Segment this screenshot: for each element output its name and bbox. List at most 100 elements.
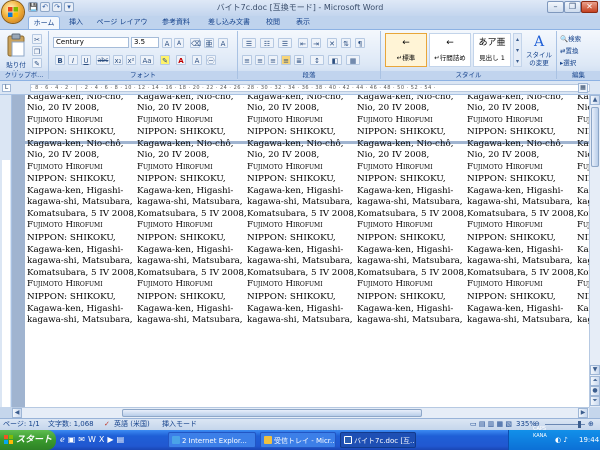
word-count[interactable]: 文字数: 1,068 [48,419,94,430]
style-no-spacing[interactable]: ← ↵行間詰め [429,33,471,67]
character-shading-icon[interactable]: A [192,55,202,65]
sort-icon[interactable]: ⇅ [341,38,351,48]
label-block[interactable]: NIPPON: SHIKOKU,Kagawa-ken, Higashi-kaga… [357,292,465,327]
label-block[interactable]: NIPPON: SHIKOKU,Kagawa-ken, Nio-chô,Nio,… [247,95,355,126]
horizontal-ruler[interactable]: · 8 · 6 · 4 · 2 · │ · 2 · 4 · 6 · 8 · 10… [30,84,590,92]
style-heading1[interactable]: あア亜 見出し 1 [473,33,511,67]
decrease-indent-icon[interactable]: ⇤ [298,38,308,48]
label-block[interactable]: NIPPON: SHIKOKU,Kagawa-ken, Higashi-kaga… [247,233,357,291]
label-block[interactable]: NIPPON: SHIKOKU,Kagawa-ken, Higashi-kaga… [27,174,137,232]
copy-icon[interactable]: ❐ [32,46,42,56]
quick-launch[interactable]: ℯ▣✉WX▶▤ [60,434,164,446]
vertical-scrollbar[interactable]: ▲ ▼ ⏶ ● ⏷ [589,95,600,407]
outlook-icon[interactable]: ✉ [78,435,88,444]
shrink-font-icon[interactable]: A [174,38,184,48]
label-block[interactable]: NIPPON: SHIKOKU,Kagawa-ken, Nio-chô,Nio,… [27,95,135,126]
grow-font-icon[interactable]: A [162,38,172,48]
label-block[interactable]: NIPPON: SHIKOKU,Kagawa-ken, Higashi-kaga… [137,292,245,327]
label-block[interactable]: NIPPON: SHIKOKU,Kagawa-ken, Higashi-kaga… [357,174,467,232]
numbering-icon[interactable]: ☷ [260,38,274,48]
view-buttons[interactable]: ▭ ▤ ▥ ▦ ▧ [470,419,512,430]
label-block[interactable]: NIPPON: SHIKOKU,Kagawa-ken, Nio-chô,Nio,… [467,95,575,126]
clock[interactable]: 19:44 [579,430,599,450]
shading-icon[interactable]: ◧ [328,55,342,65]
label-block[interactable]: NIPPON: SHIKOKU,Kagawa-ken, Nio-chô,Nio,… [137,95,245,126]
office-button[interactable] [2,1,24,23]
paste-button[interactable]: 貼り付け [4,33,28,77]
tab-mailings[interactable]: 差し込み文書 [204,16,254,29]
phonetic-guide-icon[interactable]: 亜 [204,38,214,48]
style-normal[interactable]: ← ↵標準 [385,33,427,67]
label-block[interactable]: NIPPON: SHIKOKU,Kagawa-ken, Higashi-kaga… [467,292,575,327]
hscroll-thumb[interactable] [122,409,422,417]
zoom-in-icon[interactable]: ⊕ [588,419,594,430]
align-right-icon[interactable]: ≡ [268,55,278,65]
label-block[interactable]: NIPPON: SHIKOKU,Kagawa-ken, Higashi-kaga… [577,292,589,327]
taskbar-item-ie[interactable]: 2 Internet Explor... [168,432,256,448]
clear-format-icon[interactable]: ⌫ [190,38,201,48]
language-indicator[interactable]: 英語 (米国) [114,419,150,430]
superscript-button[interactable]: x² [126,55,136,65]
multilevel-list-icon[interactable]: ☰ [278,38,292,48]
align-center-icon[interactable]: ≡ [255,55,265,65]
explorer-icon[interactable]: ▤ [117,435,128,444]
format-painter-icon[interactable]: ✎ [32,58,42,68]
change-styles-button[interactable]: A スタイルの変更 [524,33,554,69]
label-block[interactable]: NIPPON: SHIKOKU,Kagawa-ken, Nio-chô,Nio,… [577,127,589,173]
find-button[interactable]: 🔍検索 [560,34,600,44]
scroll-up-icon[interactable]: ▲ [590,95,600,105]
tab-page-layout[interactable]: ページ レイアウト [94,16,150,39]
justify-icon[interactable]: ≡ [281,55,291,65]
tab-selector-icon[interactable]: L [2,84,11,92]
label-block[interactable]: NIPPON: SHIKOKU,Kagawa-ken, Higashi-kaga… [467,174,577,232]
zoom-slider-thumb[interactable] [578,421,581,428]
label-block[interactable]: NIPPON: SHIKOKU,Kagawa-ken, Nio-chô,Nio,… [27,127,135,173]
tab-insert[interactable]: 挿入 [64,16,88,29]
label-block[interactable]: NIPPON: SHIKOKU,Kagawa-ken, Higashi-kaga… [577,174,589,232]
close-button[interactable]: ✕ [581,1,598,13]
label-block[interactable]: NIPPON: SHIKOKU,Kagawa-ken, Nio-chô,Nio,… [247,127,355,173]
desktop-icon[interactable]: ▣ [68,435,79,444]
label-block[interactable]: NIPPON: SHIKOKU,Kagawa-ken, Higashi-kaga… [577,233,589,291]
scroll-thumb[interactable] [591,107,599,167]
select-browse-object-icon[interactable]: ● [590,386,600,396]
font-color-button[interactable]: A [176,55,186,65]
increase-indent-icon[interactable]: ⇥ [311,38,321,48]
styles-scroll[interactable]: ▴ ▾ ▾ [513,33,522,67]
line-spacing-icon[interactable]: ↕ [310,55,324,65]
restore-button[interactable]: ❐ [564,1,581,13]
label-block[interactable]: NIPPON: SHIKOKU,Kagawa-ken, Nio-chô,Nio,… [467,127,575,173]
select-button[interactable]: ▸選択 [560,58,600,68]
distribute-icon[interactable]: ≣ [294,55,304,65]
tab-references[interactable]: 参考資料 [158,16,194,29]
label-block[interactable]: NIPPON: SHIKOKU,Kagawa-ken, Higashi-kaga… [27,292,135,327]
character-border-icon[interactable]: A [218,38,228,48]
label-block[interactable]: NIPPON: SHIKOKU,Kagawa-ken, Higashi-kaga… [467,233,577,291]
cut-icon[interactable]: ✂ [32,34,42,44]
italic-button[interactable]: I [68,55,78,65]
text-direction-icon[interactable]: ✕ [327,38,337,48]
enclose-characters-icon[interactable]: ㊀ [206,55,216,65]
scroll-left-icon[interactable]: ◀ [12,408,22,418]
minimize-button[interactable]: – [547,1,564,13]
subscript-button[interactable]: x₂ [113,55,123,65]
label-block[interactable]: NIPPON: SHIKOKU,Kagawa-ken, Higashi-kaga… [247,292,355,327]
scroll-down-icon[interactable]: ▼ [590,365,600,375]
document-page[interactable]: NIPPON: SHIKOKU,Kagawa-ken, Nio-chô,Nio,… [25,95,589,407]
previous-page-icon[interactable]: ⏶ [590,376,600,386]
label-block[interactable]: NIPPON: SHIKOKU,Kagawa-ken, Nio-chô,Nio,… [137,127,245,173]
save-icon[interactable]: 💾 [28,2,38,12]
bold-button[interactable]: B [55,55,65,65]
font-family-select[interactable]: Century [53,37,129,48]
tab-view[interactable]: 表示 [292,16,314,29]
customize-quick-access-icon[interactable]: ▾ [64,2,74,12]
label-block[interactable]: NIPPON: SHIKOKU,Kagawa-ken, Higashi-kaga… [27,233,137,291]
undo-icon[interactable]: ↶ [40,2,50,12]
font-size-select[interactable]: 3.5 [131,37,159,48]
label-block[interactable]: NIPPON: SHIKOKU,Kagawa-ken, Higashi-kaga… [137,233,247,291]
label-block[interactable]: NIPPON: SHIKOKU,Kagawa-ken, Nio-chô,Nio,… [357,95,465,126]
label-block[interactable]: NIPPON: SHIKOKU,Kagawa-ken, Nio-chô,Nio,… [357,127,465,173]
page-count[interactable]: ページ: 1/1 [3,419,40,430]
label-block[interactable]: NIPPON: SHIKOKU,Kagawa-ken, Higashi-kaga… [247,174,357,232]
scroll-right-icon[interactable]: ▶ [578,408,588,418]
